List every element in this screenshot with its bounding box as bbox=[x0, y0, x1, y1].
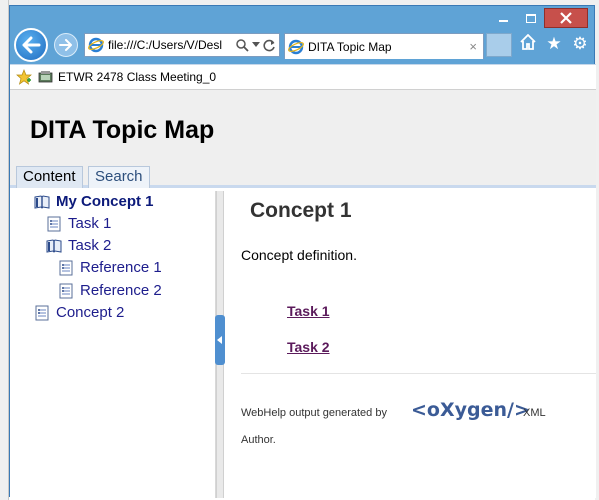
address-text[interactable]: file:///C:/Users/V/Desl bbox=[108, 38, 233, 52]
navigation-bar: file:///C:/Users/V/Desl DITA Topic Map ×… bbox=[10, 28, 596, 64]
toc-item-label: Reference 2 bbox=[80, 282, 162, 299]
oxygen-logo[interactable]: <oXygen/> bbox=[411, 399, 530, 421]
browser-window: file:///C:/Users/V/Desl DITA Topic Map ×… bbox=[9, 5, 596, 498]
toc-item-task-1[interactable]: Task 1 bbox=[46, 215, 111, 232]
topic-definition: Concept definition. bbox=[241, 247, 357, 263]
favorites-item[interactable]: ETWR 2478 Class Meeting_0 bbox=[58, 70, 216, 84]
site-favicon-icon bbox=[38, 71, 53, 83]
topic-content: Concept 1 Concept definition. Task 1 Tas… bbox=[225, 191, 596, 498]
toc-item-reference-1[interactable]: Reference 1 bbox=[58, 259, 162, 276]
child-link-task-2[interactable]: Task 2 bbox=[287, 339, 330, 355]
toc-item-my-concept-1[interactable]: My Concept 1 bbox=[34, 193, 154, 210]
window-controls bbox=[490, 8, 588, 28]
back-button[interactable] bbox=[14, 28, 48, 62]
footer-generated-by: WebHelp output generated by bbox=[241, 407, 387, 419]
search-icon[interactable] bbox=[236, 38, 249, 52]
browser-tab[interactable]: DITA Topic Map × bbox=[284, 33, 484, 59]
favorites-star-icon[interactable]: ★ bbox=[544, 34, 564, 55]
topic-page-icon bbox=[59, 260, 73, 275]
toc-item-label: Task 2 bbox=[68, 237, 112, 254]
child-link-task-1[interactable]: Task 1 bbox=[287, 303, 330, 319]
open-book-icon bbox=[46, 238, 62, 253]
topic-page-icon bbox=[35, 305, 49, 320]
back-arrow-icon bbox=[22, 36, 41, 54]
minimize-button[interactable] bbox=[490, 8, 517, 28]
maximize-button[interactable] bbox=[517, 8, 544, 28]
browser-toolbar-icons: ★ ⚙ bbox=[518, 33, 590, 55]
toc-item-label: My Concept 1 bbox=[56, 193, 154, 210]
gear-icon[interactable]: ⚙ bbox=[570, 34, 590, 55]
home-icon[interactable] bbox=[518, 33, 538, 55]
page-tabs: Content Search bbox=[10, 164, 596, 188]
toc-item-label: Reference 1 bbox=[80, 259, 162, 276]
footer-divider bbox=[241, 373, 596, 374]
internet-explorer-icon bbox=[88, 37, 104, 53]
toc-item-label: Task 1 bbox=[68, 215, 112, 232]
tab-search[interactable]: Search bbox=[88, 166, 150, 188]
toc-item-label: Concept 2 bbox=[56, 304, 125, 321]
chevron-left-icon bbox=[217, 336, 222, 344]
add-favorites-icon[interactable] bbox=[16, 69, 32, 85]
close-icon bbox=[560, 12, 572, 24]
close-window-button[interactable] bbox=[544, 8, 588, 28]
collapse-toc-button[interactable] bbox=[215, 315, 225, 365]
desktop-background-left bbox=[0, 0, 9, 500]
dropdown-arrow-icon[interactable] bbox=[252, 42, 260, 48]
internet-explorer-icon bbox=[288, 39, 304, 54]
minimize-icon bbox=[499, 20, 508, 22]
footer-author: Author. bbox=[241, 434, 276, 446]
maximize-icon bbox=[525, 13, 536, 23]
forward-button[interactable] bbox=[54, 33, 78, 57]
favorites-bar: ETWR 2478 Class Meeting_0 bbox=[10, 64, 596, 90]
address-bar[interactable]: file:///C:/Users/V/Desl bbox=[84, 33, 280, 57]
address-actions bbox=[233, 38, 279, 52]
topic-title: Concept 1 bbox=[250, 199, 352, 222]
toc-item-task-2[interactable]: Task 2 bbox=[46, 237, 111, 254]
footer-xml: XML bbox=[523, 407, 546, 419]
tab-close-icon[interactable]: × bbox=[469, 39, 477, 54]
forward-arrow-icon bbox=[59, 39, 72, 51]
page-header: DITA Topic Map bbox=[10, 90, 596, 164]
page-title: DITA Topic Map bbox=[30, 116, 215, 144]
topic-page-icon bbox=[47, 216, 61, 231]
open-book-icon bbox=[34, 194, 50, 209]
new-tab-button[interactable] bbox=[486, 33, 512, 57]
topic-page-icon bbox=[59, 283, 73, 298]
toc-item-reference-2[interactable]: Reference 2 bbox=[58, 282, 162, 299]
table-of-contents: My Concept 1 Task 1 Task 2 Reference 1 R… bbox=[10, 191, 216, 498]
refresh-icon[interactable] bbox=[263, 39, 276, 52]
toc-item-concept-2[interactable]: Concept 2 bbox=[34, 304, 124, 321]
tab-content[interactable]: Content bbox=[16, 166, 83, 188]
tab-title: DITA Topic Map bbox=[308, 39, 392, 54]
webhelp-page: DITA Topic Map Content Search My Concept… bbox=[10, 90, 596, 498]
